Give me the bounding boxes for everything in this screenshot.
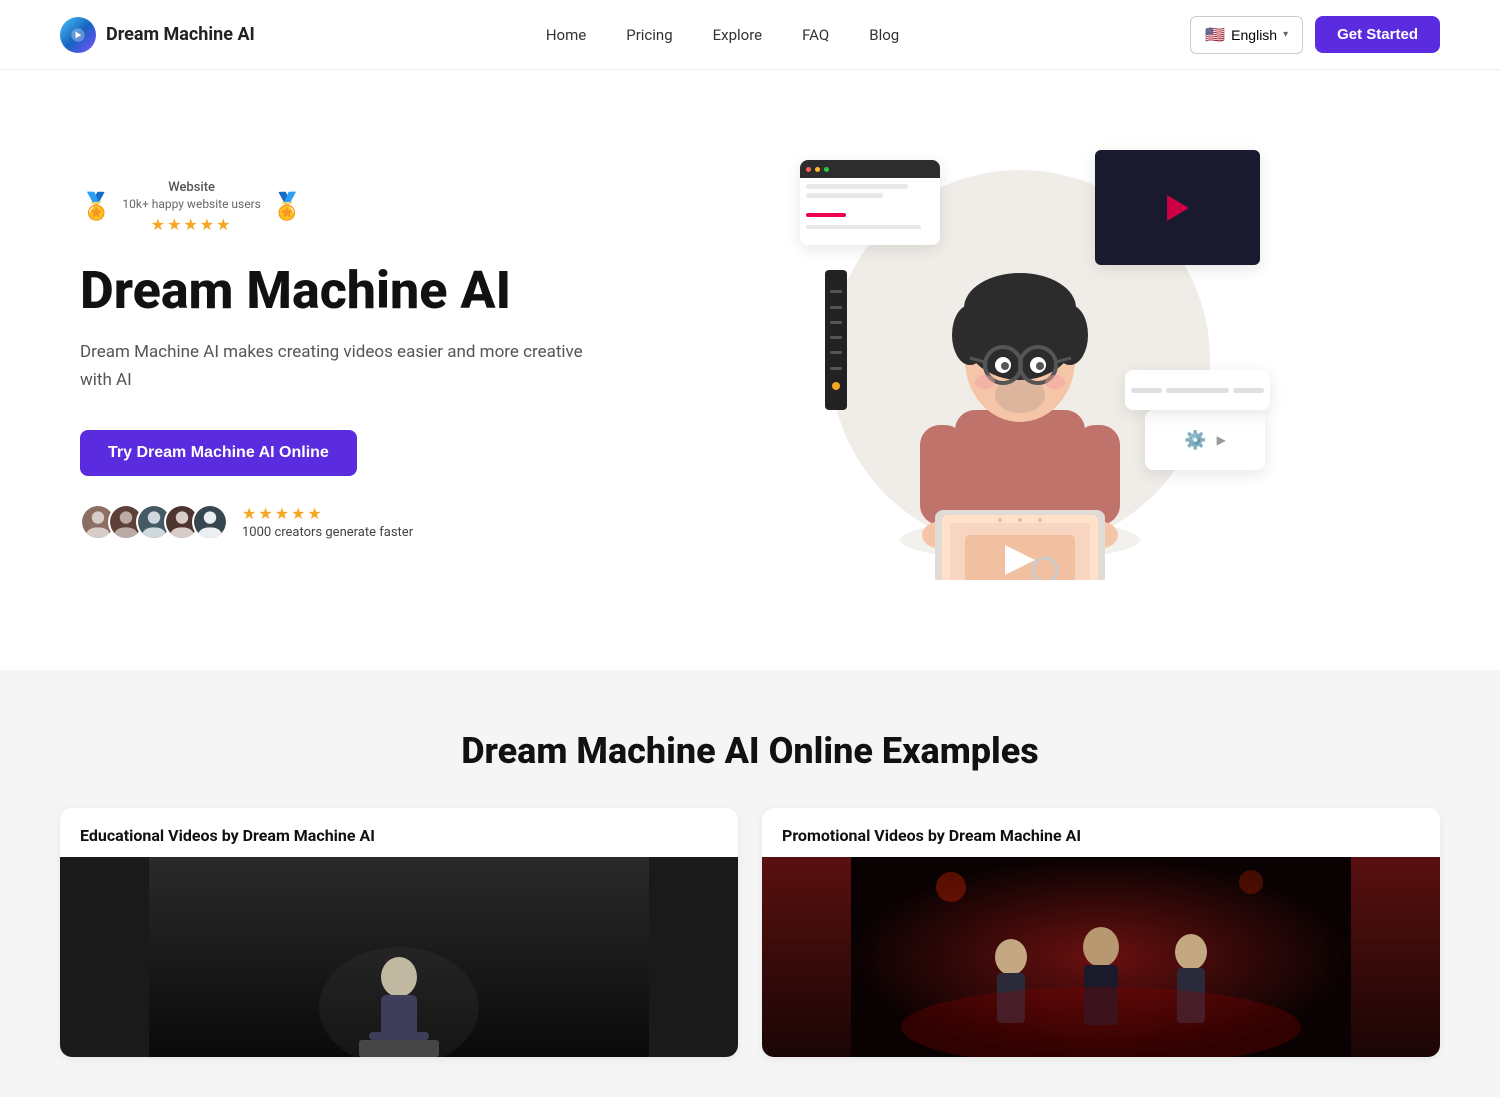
logo[interactable]: Dream Machine AI: [60, 17, 255, 53]
chevron-down-icon: ▾: [1283, 29, 1288, 40]
examples-grid: Educational Videos by Dream Machine AI: [60, 808, 1440, 1057]
toolbar-line: [830, 367, 842, 370]
social-description: 1000 creators generate faster: [242, 525, 413, 540]
hero-title: Dream Machine AI: [80, 262, 600, 319]
toolbar-dot: [832, 382, 840, 390]
nav-faq[interactable]: FAQ: [802, 26, 829, 44]
navbar: Dream Machine AI Home Pricing Explore FA…: [0, 0, 1500, 70]
logo-text: Dream Machine AI: [106, 24, 255, 45]
examples-title: Dream Machine AI Online Examples: [60, 730, 1440, 772]
toolbar-line: [830, 321, 842, 324]
play-small-icon: ▶: [1217, 433, 1226, 447]
social-stars: ★★★★★: [242, 504, 413, 523]
gear-icon: ⚙️: [1184, 430, 1206, 451]
toolbar-line: [830, 336, 842, 339]
laurel-left-icon: 🏅: [80, 194, 112, 220]
nav-explore[interactable]: Explore: [713, 26, 763, 44]
flag-icon: 🇺🇸: [1205, 25, 1225, 45]
illustration-container: ⚙️ ▶: [770, 140, 1270, 580]
thumb-svg-1: [60, 857, 738, 1057]
settings-card: ⚙️ ▶: [1145, 410, 1265, 470]
dots-card: [1125, 370, 1270, 410]
badge-row: 🏅 Website 10k+ happy website users ★★★★★…: [80, 180, 600, 234]
social-proof: ★★★★★ 1000 creators generate faster: [80, 504, 600, 540]
lang-label: English: [1231, 27, 1277, 43]
logo-svg: [68, 25, 88, 45]
badge-title: Website: [122, 180, 261, 195]
nav-right: 🇺🇸 English ▾ Get Started: [1190, 16, 1440, 54]
toolbar-line: [830, 306, 842, 309]
try-button[interactable]: Try Dream Machine AI Online: [80, 430, 357, 476]
language-selector[interactable]: 🇺🇸 English ▾: [1190, 16, 1303, 54]
example-card-2: Promotional Videos by Dream Machine AI: [762, 808, 1440, 1057]
example-card-1: Educational Videos by Dream Machine AI: [60, 808, 738, 1057]
progress-bar: [1131, 388, 1162, 393]
laurel-right-icon: 🏅: [271, 194, 303, 220]
browser-top-bar: [800, 160, 940, 178]
hero-illustration: ⚙️ ▶: [600, 130, 1440, 590]
badge-center: Website 10k+ happy website users ★★★★★: [122, 180, 261, 234]
dot-red: [806, 167, 811, 172]
toolbar-line: [830, 290, 842, 293]
example-thumbnail-1: [60, 857, 738, 1057]
nav-links: Home Pricing Explore FAQ Blog: [546, 26, 899, 44]
thumb-svg-2: [762, 857, 1440, 1057]
line-item: [806, 184, 908, 189]
dot-green: [824, 167, 829, 172]
toolbar-line: [830, 351, 842, 354]
vertical-toolbar: [825, 270, 847, 410]
dot-yellow: [815, 167, 820, 172]
nav-blog[interactable]: Blog: [869, 26, 899, 44]
progress-bar: [1233, 388, 1264, 393]
social-text: ★★★★★ 1000 creators generate faster: [242, 504, 413, 540]
badge-stars: ★★★★★: [122, 215, 261, 234]
avatar-group: [80, 504, 228, 540]
hero-description: Dream Machine AI makes creating videos e…: [80, 339, 600, 393]
nav-home[interactable]: Home: [546, 26, 586, 44]
badge-subtitle: 10k+ happy website users: [122, 197, 261, 211]
examples-section: Dream Machine AI Online Examples Educati…: [0, 670, 1500, 1097]
nav-pricing[interactable]: Pricing: [626, 26, 672, 44]
hero-content: 🏅 Website 10k+ happy website users ★★★★★…: [80, 180, 600, 540]
example-card-title-2: Promotional Videos by Dream Machine AI: [762, 808, 1440, 857]
get-started-button[interactable]: Get Started: [1315, 16, 1440, 53]
logo-icon: [60, 17, 96, 53]
progress-bar: [1166, 388, 1229, 393]
red-bar: [806, 213, 846, 217]
example-card-title-1: Educational Videos by Dream Machine AI: [60, 808, 738, 857]
hero-section: 🏅 Website 10k+ happy website users ★★★★★…: [0, 70, 1500, 670]
example-thumbnail-2: [762, 857, 1440, 1057]
avatar: [192, 504, 228, 540]
